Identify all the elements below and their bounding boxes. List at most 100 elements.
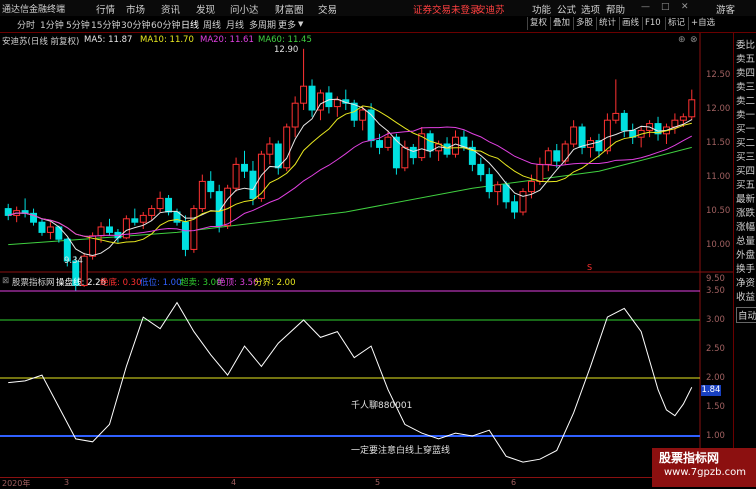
menu-item-jiaoyi[interactable]: 交易	[318, 2, 337, 16]
candle-body	[266, 143, 274, 155]
candle-body	[291, 102, 299, 128]
guest-label[interactable]: 游客	[716, 2, 735, 16]
tab-fenshi[interactable]: 分时	[17, 18, 35, 31]
minimize-icon[interactable]: —	[641, 2, 650, 12]
candle-body	[570, 126, 578, 145]
indicator-tick: 1.50	[706, 402, 725, 412]
overlay-button[interactable]: 叠加	[550, 17, 572, 30]
menu-item-gongneng[interactable]: 功能	[532, 2, 551, 16]
sidebar-item: 净资	[736, 278, 756, 289]
tab-multi-period[interactable]: 多周期	[249, 18, 276, 31]
auto-button[interactable]: 自动	[736, 307, 756, 323]
candle-body	[536, 163, 544, 182]
quote-sidebar: 委比 卖五 卖四 卖三 卖二 卖一 买一 买二 买三 买四 买五 最新 涨跌 涨…	[733, 33, 756, 487]
chart-close-icon[interactable]: ⊗	[690, 35, 698, 45]
chart-settings-icon[interactable]: ⊕	[678, 35, 686, 45]
candle-body	[207, 180, 215, 193]
candle-body	[308, 85, 316, 111]
login-notice[interactable]: 证券交易未登录	[413, 2, 480, 16]
more-chevron-icon[interactable]: ▼	[298, 20, 303, 28]
candle-body	[46, 226, 54, 233]
sidebar-item: 委比	[736, 40, 756, 51]
candle-body	[544, 150, 552, 165]
annotation-qianren: 千人聊880001	[351, 401, 413, 411]
candle-body	[232, 163, 240, 189]
mark-button[interactable]: 标记	[665, 17, 687, 30]
candle-body	[376, 140, 384, 148]
candle-body	[443, 143, 451, 155]
candle-body	[401, 146, 409, 169]
current-indicator-value: 1.84	[701, 385, 721, 396]
menu-item-zixun[interactable]: 资讯	[161, 2, 180, 16]
tab-1min[interactable]: 1分钟	[40, 18, 64, 31]
candle-body	[249, 170, 257, 199]
menu-item-xuanxiang[interactable]: 选项	[581, 2, 600, 16]
menu-item-faxian[interactable]: 发现	[196, 2, 215, 16]
candle-body	[452, 136, 459, 155]
chart-area[interactable]	[0, 33, 733, 487]
menu-item-gongshi[interactable]: 公式	[557, 2, 576, 16]
stats-button[interactable]: 统计	[596, 17, 618, 30]
menu-item-wenxiaoda[interactable]: 问小达	[230, 2, 259, 16]
indicator-toggle-icon[interactable]: ⊠	[2, 276, 9, 286]
price-tick: 9.50	[706, 274, 725, 284]
menu-item-shichang[interactable]: 市场	[126, 2, 145, 16]
candle-body	[181, 221, 189, 250]
candle-body	[612, 112, 620, 121]
tab-monthly[interactable]: 月线	[226, 18, 244, 31]
x-tick: 2020年	[2, 479, 31, 488]
tab-more[interactable]: 更多	[278, 18, 296, 31]
sidebar-item: 涨幅	[736, 222, 756, 233]
indicator-name[interactable]: 股票指标网	[12, 276, 55, 288]
candle-body	[257, 153, 265, 199]
price-tick: 11.50	[706, 138, 731, 148]
x-tick: 5	[375, 478, 381, 487]
candle-body	[97, 226, 105, 237]
candle-body	[603, 119, 611, 152]
candle-body	[156, 197, 164, 210]
tab-30min[interactable]: 30分钟	[121, 18, 150, 31]
candle-body	[148, 208, 156, 216]
chart-title: 安迪苏(日线 前复权)	[2, 37, 80, 47]
candle-body	[106, 226, 113, 233]
fuquan-button[interactable]: 复权	[527, 17, 549, 30]
candle-body	[519, 191, 527, 213]
ma60-legend: MA60: 11.45	[258, 35, 312, 45]
watermark-url: www.7gpzb.com	[664, 467, 746, 478]
candle-body	[578, 126, 586, 148]
x-tick: 3	[64, 478, 70, 487]
indicator-tick: 2.50	[706, 344, 725, 354]
candle-body	[300, 85, 308, 104]
candle-body	[241, 163, 248, 172]
indicator-legend-item: 操盘线: 2.26	[56, 278, 106, 288]
sidebar-item: 收益	[736, 292, 756, 303]
sidebar-item: 买四	[736, 166, 756, 177]
menu-item-bangzhu[interactable]: 帮助	[606, 2, 625, 16]
close-icon[interactable]: ✕	[681, 2, 689, 12]
f10-button[interactable]: F10	[642, 17, 663, 30]
indicator-tick: 3.50	[706, 286, 725, 296]
tab-15min[interactable]: 15分钟	[91, 18, 120, 31]
tab-daily[interactable]: 日线	[181, 18, 199, 31]
menu-item-hangqing[interactable]: 行情	[96, 2, 115, 16]
sidebar-item: 卖四	[736, 68, 756, 79]
sidebar-item: 最新	[736, 194, 756, 205]
sidebar-item: 买三	[736, 152, 756, 163]
menu-item-caifuquan[interactable]: 财富圈	[275, 2, 304, 16]
tab-5min[interactable]: 5分钟	[66, 18, 90, 31]
tab-60min[interactable]: 60分钟	[151, 18, 180, 31]
price-tick: 10.00	[706, 240, 731, 250]
maximize-icon[interactable]: □	[661, 2, 670, 12]
draw-line-button[interactable]: 画线	[619, 17, 641, 30]
ma10-legend: MA10: 11.70	[140, 35, 194, 45]
tab-weekly[interactable]: 周线	[203, 18, 221, 31]
candle-body	[131, 218, 139, 223]
watermark-title: 股票指标网	[659, 451, 720, 465]
indicator-legend-item: 绝顶: 3.50	[217, 278, 259, 288]
sell-marker: S	[587, 263, 593, 272]
price-tick: 12.00	[706, 104, 731, 114]
add-watchlist-button[interactable]: +自选	[688, 17, 717, 30]
candle-body	[359, 109, 367, 121]
candle-body	[679, 116, 687, 121]
multi-stock-button[interactable]: 多股	[573, 17, 595, 30]
